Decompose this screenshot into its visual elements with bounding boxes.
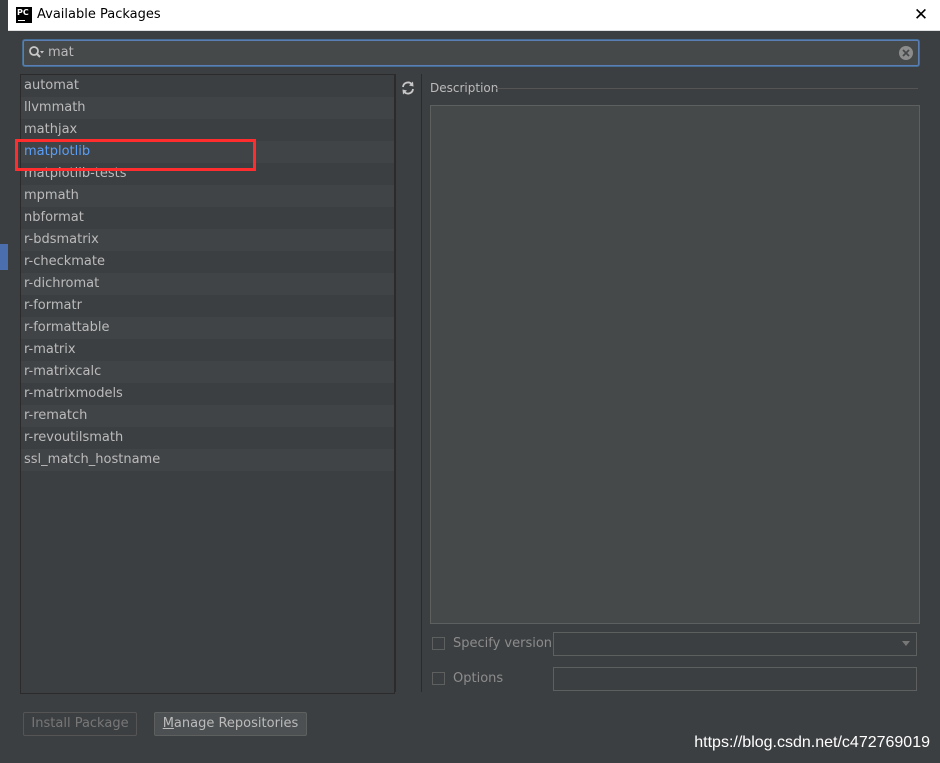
options-input[interactable] <box>553 667 917 691</box>
package-item[interactable]: r-matrix <box>21 339 394 361</box>
version-select[interactable] <box>553 632 917 656</box>
package-item[interactable]: mpmath <box>21 185 394 207</box>
watermark-text: https://blog.csdn.net/c472769019 <box>694 734 930 751</box>
package-item[interactable]: r-revoutilsmath <box>21 427 394 449</box>
package-item[interactable]: r-bdsmatrix <box>21 229 394 251</box>
manage-mnemonic: M <box>162 716 174 731</box>
refresh-icon[interactable] <box>400 80 416 96</box>
package-item[interactable]: llvmmath <box>21 97 394 119</box>
title-bar[interactable]: PC Available Packages ✕ <box>8 0 940 31</box>
package-item[interactable]: mathjax <box>21 119 394 141</box>
background-selection <box>0 244 8 270</box>
package-item[interactable]: r-checkmate <box>21 251 394 273</box>
app-icon-text: PC <box>17 8 29 17</box>
specify-version-row[interactable]: Specify version <box>432 633 552 655</box>
package-item[interactable]: r-matrixcalc <box>21 361 394 383</box>
package-item[interactable]: automat <box>21 75 394 97</box>
package-item[interactable]: matplotlib <box>21 141 394 163</box>
chevron-down-icon <box>902 641 910 646</box>
package-item[interactable]: r-rematch <box>21 405 394 427</box>
package-item[interactable]: nbformat <box>21 207 394 229</box>
background-window-strip <box>0 30 8 763</box>
description-separator <box>496 88 918 89</box>
package-item[interactable]: r-matrixmodels <box>21 383 394 405</box>
description-panel <box>430 105 920 624</box>
manage-repositories-button[interactable]: Manage Repositories <box>154 712 307 736</box>
pycharm-app-icon: PC <box>16 7 32 23</box>
package-item[interactable]: ssl_match_hostname <box>21 449 394 471</box>
available-packages-dialog: PC Available Packages ✕ automatllvmmathm… <box>8 0 940 763</box>
specify-version-label: Specify version <box>453 636 553 651</box>
manage-label-rest: anage Repositories <box>173 716 299 731</box>
package-item[interactable]: matplotlib-tests <box>21 163 394 185</box>
close-icon[interactable]: ✕ <box>910 4 932 26</box>
window-title: Available Packages <box>37 7 161 22</box>
clear-search-icon[interactable] <box>898 45 914 61</box>
options-label: Options <box>453 671 504 686</box>
specify-version-checkbox[interactable] <box>432 637 445 650</box>
description-label: Description <box>430 81 499 95</box>
search-icon[interactable] <box>28 45 44 61</box>
refresh-column <box>395 74 422 692</box>
install-package-button[interactable]: Install Package <box>23 712 137 736</box>
options-row[interactable]: Options <box>432 668 552 690</box>
search-field[interactable] <box>23 40 919 66</box>
package-item[interactable]: r-formatr <box>21 295 394 317</box>
options-checkbox[interactable] <box>432 672 445 685</box>
search-input[interactable] <box>48 41 888 65</box>
package-item[interactable]: r-dichromat <box>21 273 394 295</box>
package-item[interactable]: r-formattable <box>21 317 394 339</box>
package-list[interactable]: automat llvmmath mathjax matplotlib matplotl… <box>20 74 395 694</box>
